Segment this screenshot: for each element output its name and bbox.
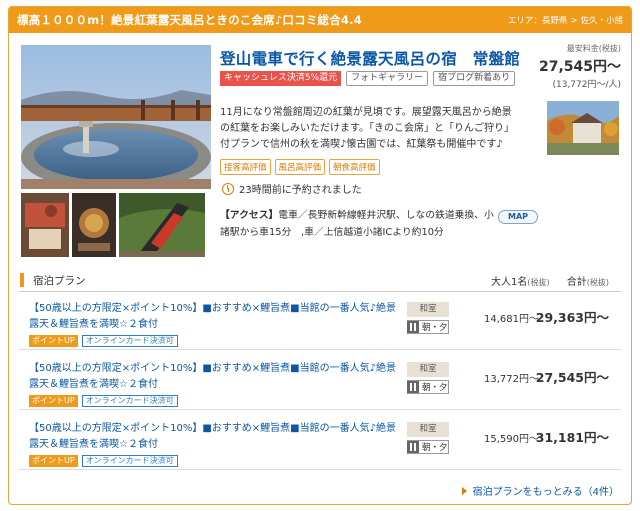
meal-info: 朝・夕	[407, 320, 449, 334]
plan-title-link[interactable]: 【50歳以上の方限定×ポイント10%】■おすすめ×鯉旨煮■当館の一番人気♪絶景露…	[29, 301, 401, 333]
thumbnail-food-2[interactable]	[72, 193, 116, 257]
hotel-name-link[interactable]: 登山電車で行く絶景露天風呂の宿 常盤館	[220, 47, 520, 69]
room-type: 和室	[407, 422, 449, 437]
min-price-per-person: (13,772円〜/人)	[552, 80, 621, 90]
eval-tag-service: 接客高評価	[220, 159, 271, 175]
thumbnail-train[interactable]	[119, 193, 205, 257]
col-per-person-label: 大人1名	[491, 277, 528, 288]
plan-row: 【50歳以上の方限定×ポイント10%】■おすすめ×鯉旨煮■当館の一番人気♪絶景露…	[19, 353, 621, 410]
hotel-exterior-photo[interactable]	[547, 101, 619, 155]
plans-header: 宿泊プラン 大人1名(税抜) 合計(税抜)	[19, 268, 621, 292]
per-person-price: 13,772円〜	[484, 374, 539, 385]
meal-info: 朝・夕	[407, 380, 449, 394]
meal-icon	[407, 321, 419, 333]
min-price-box: 最安料金(税抜) 27,545円〜 (13,772円〜/人)	[521, 43, 621, 90]
more-plans-link[interactable]: 宿泊プランをもっとみる（4件）	[461, 483, 619, 498]
access-label: 【アクセス】	[220, 210, 279, 221]
access-info: 【アクセス】電車／長野新幹線軽井沢駅、しなの鉄道乗換、小諸駅から車15分 ,車／…	[220, 207, 495, 241]
total-price: 29,363円〜	[535, 310, 609, 325]
photo-thumbnails	[21, 193, 205, 257]
room-type: 和室	[407, 362, 449, 377]
per-person-price: 15,590円〜	[484, 434, 539, 445]
recent-booking-text: 23時間前に予約されました	[239, 185, 362, 196]
point-up-tag: ポイントUP	[29, 455, 78, 467]
plan-row: 【50歳以上の方限定×ポイント10%】■おすすめ×鯉旨煮■当館の一番人気♪絶景露…	[19, 413, 621, 470]
map-button[interactable]: MAP	[498, 210, 538, 224]
area-breadcrumb: エリア：長野県 > 佐久・小諸	[508, 14, 623, 26]
card-payment-tag: オンラインカード決済可	[81, 455, 178, 467]
recent-booking-notice: 23時間前に予約されました	[222, 181, 362, 196]
meal-icon	[407, 381, 419, 393]
photo-gallery-button[interactable]: フォトギャラリー	[346, 71, 429, 86]
per-person-price: 14,681円〜	[484, 314, 539, 325]
header-title[interactable]: 標高１０００m！絶景紅葉露天風呂ときのこ会席♪口コミ総合4.4	[17, 12, 362, 28]
thumbnail-food-1[interactable]	[21, 193, 69, 257]
plans-section-title: 宿泊プラン	[33, 275, 86, 287]
main-photo[interactable]	[21, 45, 211, 189]
plan-title-link[interactable]: 【50歳以上の方限定×ポイント10%】■おすすめ×鯉旨煮■当館の一番人気♪絶景露…	[29, 421, 401, 453]
min-price-value: 27,545円〜	[538, 59, 621, 75]
point-up-tag: ポイントUP	[29, 335, 78, 347]
hotel-badges: キャッシュレス決済5%還元 フォトギャラリー 宿ブログ新着あり	[220, 71, 516, 86]
eval-tag-breakfast: 朝食高評価	[329, 159, 380, 175]
section-marker	[20, 273, 24, 287]
arrow-right-icon	[461, 486, 467, 495]
min-price-label: 最安料金(税抜)	[566, 44, 621, 53]
col-total-tax: (税抜)	[586, 278, 609, 287]
header-bar: 標高１０００m！絶景紅葉露天風呂ときのこ会席♪口コミ総合4.4 エリア：長野県 >…	[9, 7, 631, 33]
clock-icon	[222, 182, 234, 195]
col-per-person-header: 大人1名(税抜)	[491, 273, 550, 288]
room-type: 和室	[407, 302, 449, 317]
plan-tags: ポイントUP オンラインカード決済可	[29, 335, 178, 347]
area-pref-link[interactable]: 長野県	[542, 16, 568, 26]
meal-icon	[407, 441, 419, 453]
plan-title-link[interactable]: 【50歳以上の方限定×ポイント10%】■おすすめ×鯉旨煮■当館の一番人気♪絶景露…	[29, 361, 401, 393]
total-price: 27,545円〜	[535, 370, 609, 385]
meal-text: 朝・夕	[422, 323, 448, 333]
col-total-header: 合計(税抜)	[567, 273, 609, 288]
meal-info: 朝・夕	[407, 440, 449, 454]
eval-tag-bath: 風呂高評価	[274, 159, 326, 175]
total-price: 31,181円〜	[535, 430, 609, 445]
plan-row: 【50歳以上の方限定×ポイント10%】■おすすめ×鯉旨煮■当館の一番人気♪絶景露…	[19, 293, 621, 350]
area-separator: >	[570, 16, 578, 26]
area-label: エリア：	[507, 16, 542, 26]
hotel-card: 標高１０００m！絶景紅葉露天風呂ときのこ会席♪口コミ総合4.4 エリア：長野県 >…	[8, 6, 632, 505]
plan-tags: ポイントUP オンラインカード決済可	[29, 395, 178, 407]
hotel-description: 11月になり常盤館周辺の紅葉が見頃です。展望露天風呂から絶景の紅葉をお楽しみいた…	[220, 107, 514, 150]
more-plans-text: 宿泊プランをもっとみる（4件）	[472, 487, 619, 498]
blog-button[interactable]: 宿ブログ新着あり	[433, 71, 516, 86]
evaluation-tags: 接客高評価 風呂高評価 朝食高評価	[220, 159, 380, 175]
card-payment-tag: オンラインカード決済可	[81, 395, 178, 407]
col-per-person-tax: (税抜)	[527, 278, 550, 287]
card-payment-tag: オンラインカード決済可	[81, 335, 178, 347]
cashless-badge: キャッシュレス決済5%還元	[220, 71, 342, 86]
meal-text: 朝・夕	[422, 383, 448, 393]
col-total-label: 合計	[566, 277, 587, 288]
point-up-tag: ポイントUP	[29, 395, 78, 407]
plan-tags: ポイントUP オンラインカード決済可	[29, 455, 178, 467]
area-city-link[interactable]: 佐久・小諸	[580, 16, 623, 26]
meal-text: 朝・夕	[422, 443, 448, 453]
